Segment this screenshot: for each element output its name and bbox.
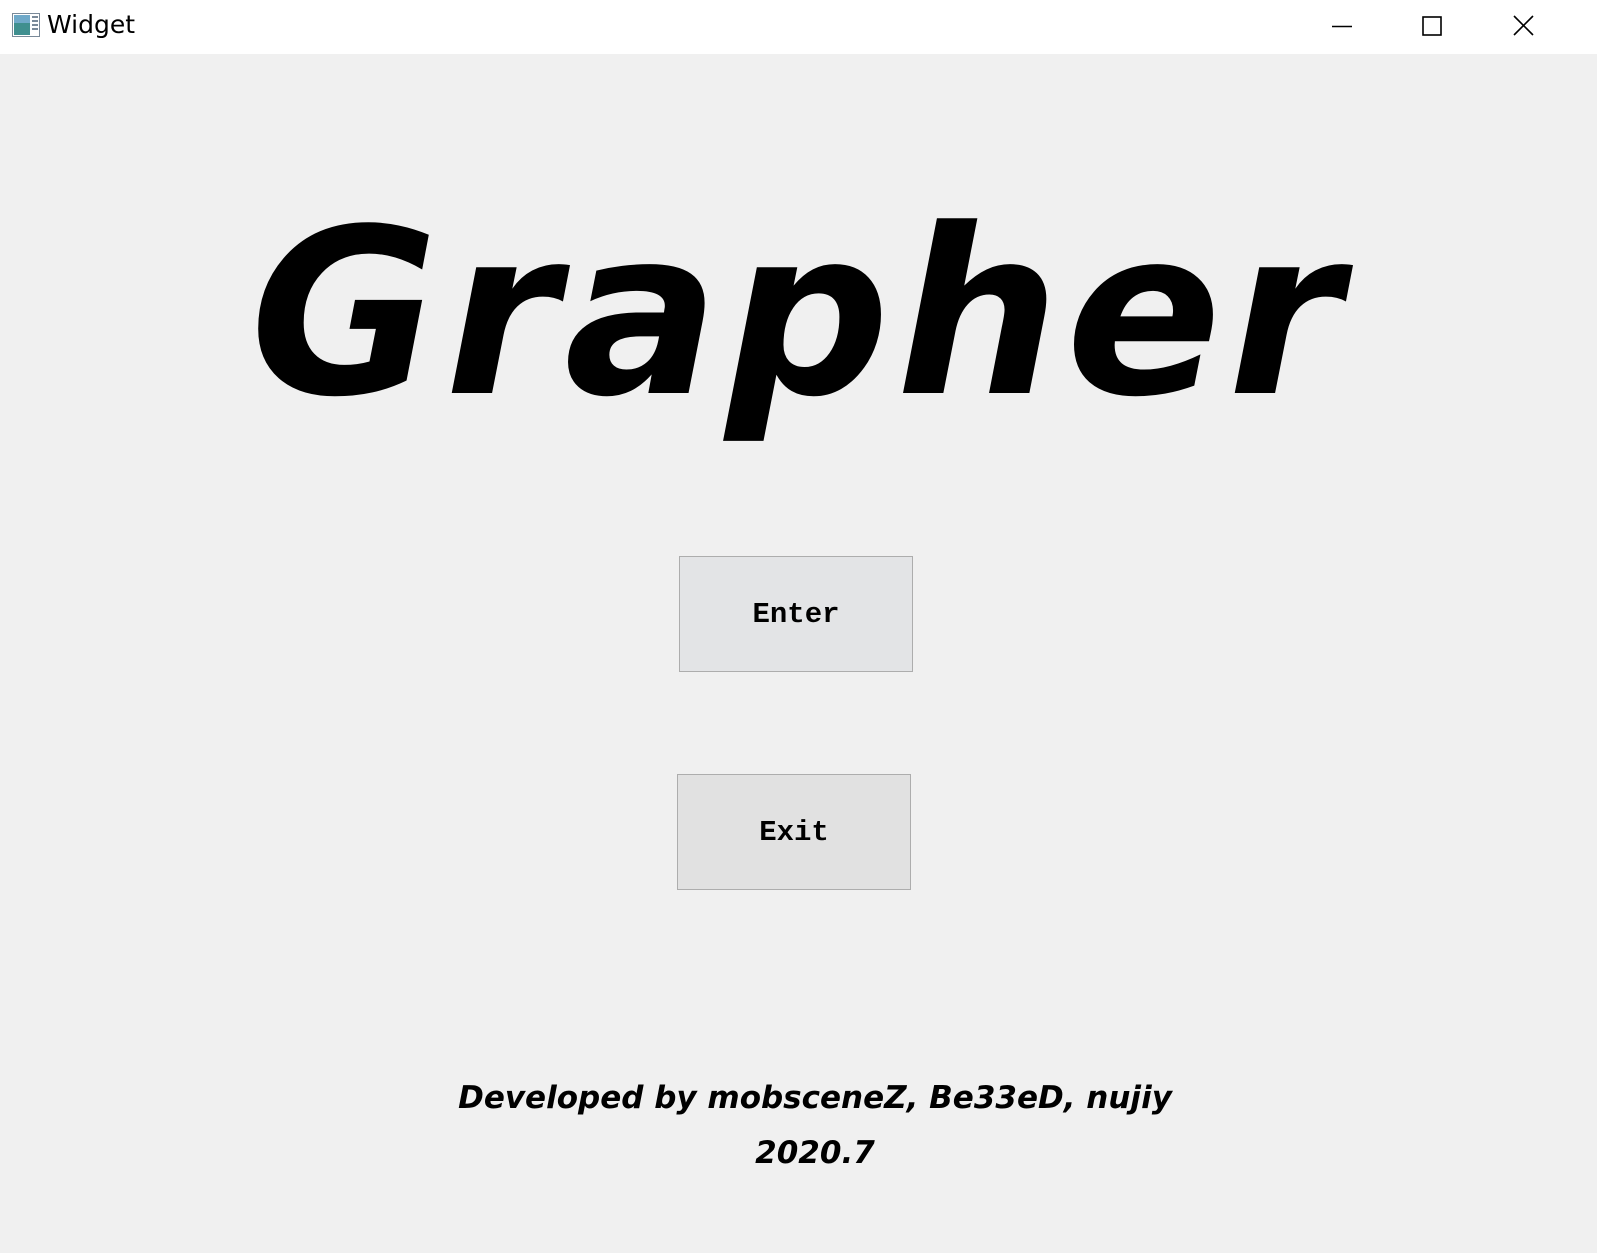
- exit-button[interactable]: Exit: [677, 774, 911, 890]
- enter-button[interactable]: Enter: [679, 556, 913, 672]
- title-bar[interactable]: Widget: [0, 0, 1597, 54]
- close-button[interactable]: [1506, 0, 1594, 54]
- minimize-button[interactable]: [1322, 0, 1410, 54]
- app-heading: Grapher: [249, 181, 1348, 448]
- maximize-button[interactable]: [1414, 0, 1502, 54]
- app-window: Widget Grapher Enter Exit Developed by m…: [0, 0, 1597, 1253]
- app-window-icon: [12, 13, 40, 37]
- release-date: 2020.7: [755, 1135, 875, 1171]
- developer-credits: Developed by mobsceneZ, Be33eD, nujiy: [458, 1080, 1172, 1116]
- window-title: Widget: [47, 10, 136, 39]
